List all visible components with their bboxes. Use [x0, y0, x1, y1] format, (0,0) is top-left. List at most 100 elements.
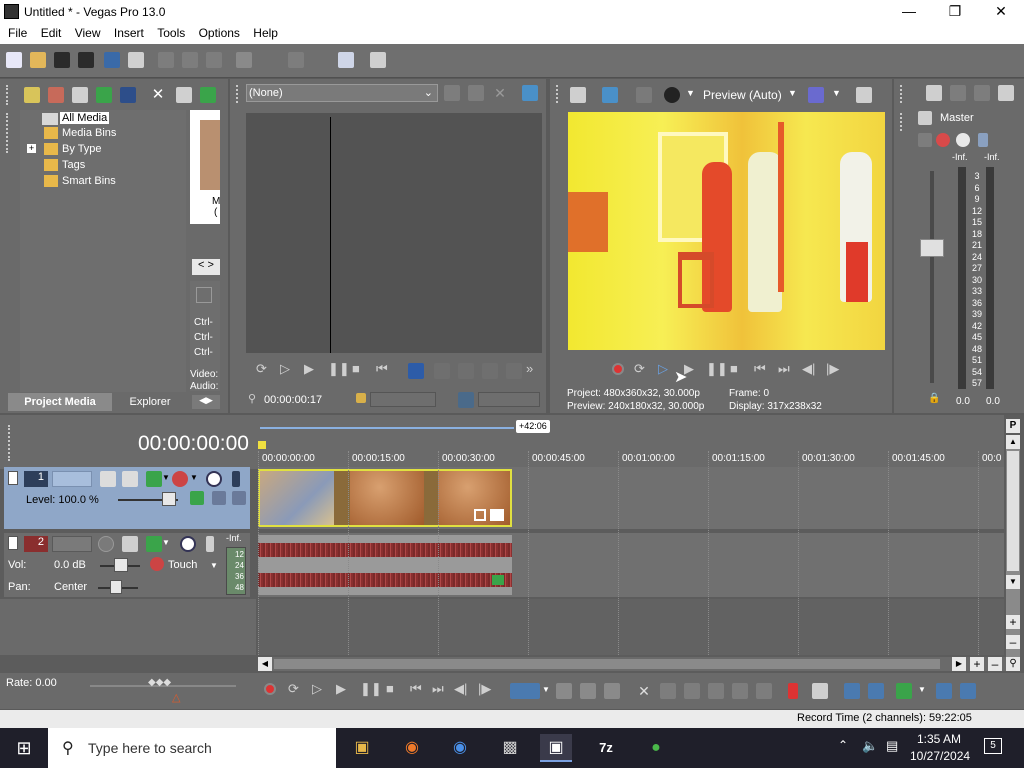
copy-icon[interactable]	[182, 52, 198, 68]
delete-icon[interactable]: ✕	[150, 87, 166, 103]
tab-explorer[interactable]: Explorer	[114, 393, 186, 411]
add-track-icon[interactable]	[482, 363, 498, 379]
chevron-down-icon[interactable]: ▼	[162, 473, 170, 482]
split-icon[interactable]	[732, 683, 748, 699]
clock-time[interactable]: 1:35 AM	[917, 732, 961, 746]
play-from-start-icon[interactable]: ▷	[312, 681, 322, 697]
pause-icon[interactable]: ❚❚	[360, 681, 382, 697]
undo-icon[interactable]	[236, 52, 252, 68]
lock-event-icon[interactable]	[756, 683, 772, 699]
next-frame-icon[interactable]: |▶	[478, 681, 491, 697]
event-fx-icon[interactable]	[490, 509, 504, 521]
play-icon[interactable]: ▶	[336, 681, 346, 697]
thumbnail-icon[interactable]	[458, 392, 474, 408]
pan-slider[interactable]	[110, 580, 122, 594]
zoom-in-vertical[interactable]: +	[1006, 615, 1020, 629]
tab-project-media[interactable]: Project Media	[8, 393, 112, 411]
app-icon[interactable]: ▩	[494, 734, 526, 762]
trim-end-icon[interactable]	[708, 683, 724, 699]
record-icon[interactable]	[612, 363, 624, 375]
tree-item-smart-bins[interactable]: Smart Bins	[62, 175, 116, 187]
chrome-icon[interactable]: ◉	[444, 734, 476, 762]
thumb-nav[interactable]: < >	[192, 259, 220, 275]
insert-region-icon[interactable]	[812, 683, 828, 699]
previous-frame-icon[interactable]: ◀|	[454, 681, 467, 697]
track-parent-icon[interactable]	[232, 491, 246, 505]
panel-grip[interactable]	[236, 85, 240, 103]
track-name-field[interactable]	[52, 536, 92, 552]
trimmer-tool-icon[interactable]	[444, 85, 460, 101]
go-to-start-icon[interactable]: ⏮	[410, 681, 422, 697]
trimmer-clear-icon[interactable]: ✕	[492, 85, 508, 101]
trimmer-pin-icon[interactable]	[468, 85, 484, 101]
media-thumbnail[interactable]	[200, 120, 220, 190]
downmix-icon[interactable]	[950, 85, 966, 101]
pause-icon[interactable]: ❚❚	[706, 361, 728, 377]
scroll-right-arrow[interactable]: ▶	[952, 657, 966, 671]
track-fx-icon[interactable]	[146, 536, 162, 552]
auto-ripple-icon[interactable]	[896, 683, 912, 699]
panel-grip[interactable]	[900, 85, 904, 103]
track-extras-icon[interactable]	[190, 491, 204, 505]
external-monitor-icon[interactable]	[602, 87, 618, 103]
insert-icon[interactable]	[434, 363, 450, 379]
insert-end-icon[interactable]	[458, 363, 474, 379]
compositing-mode-icon[interactable]	[146, 471, 162, 487]
loop-icon[interactable]: ⟳	[256, 361, 267, 377]
panel-grip[interactable]	[8, 425, 12, 461]
track-expand-icon[interactable]	[212, 491, 226, 505]
properties-icon[interactable]	[128, 52, 144, 68]
video-event[interactable]	[258, 469, 512, 527]
save-icon[interactable]	[54, 52, 70, 68]
menu-tools[interactable]: Tools	[157, 24, 185, 40]
expand-icon[interactable]: +	[27, 144, 36, 153]
show-hidden-icons[interactable]: ⌃	[838, 738, 848, 752]
maximize-button[interactable]: ❐	[932, 0, 978, 24]
go-to-start-icon[interactable]: ⏮	[376, 361, 388, 377]
event-fx-icon[interactable]	[492, 575, 504, 585]
trimmer-select[interactable]: (None) ⌄	[246, 84, 438, 102]
mixer-fx-icon[interactable]	[998, 85, 1014, 101]
search-media-icon[interactable]	[120, 87, 136, 103]
tab-scroll-arrows[interactable]: ◀▶	[192, 395, 220, 409]
chevron-down-icon[interactable]: ▼	[162, 538, 170, 547]
media-fx-icon[interactable]	[200, 87, 216, 103]
track-name-field[interactable]	[52, 471, 92, 487]
pause-icon[interactable]: ❚❚	[328, 361, 350, 377]
track-fx-icon[interactable]	[122, 471, 138, 487]
clock-date[interactable]: 10/27/2024	[910, 749, 970, 763]
invert-phase-icon[interactable]	[122, 536, 138, 552]
dim-icon[interactable]	[974, 85, 990, 101]
zoom-tool-icon[interactable]	[604, 683, 620, 699]
vegas-taskbar-icon[interactable]: ▣	[540, 734, 572, 762]
firefox-icon[interactable]: ◉	[396, 734, 428, 762]
mute-icon[interactable]	[956, 133, 970, 147]
vertical-scrollbar[interactable]: ▲ ▼ + –	[1006, 435, 1020, 665]
overlays-icon[interactable]	[808, 87, 824, 103]
play-from-start-icon[interactable]: ▷	[280, 361, 290, 377]
arm-record-icon[interactable]	[98, 536, 114, 552]
lock-envelopes-icon[interactable]	[936, 683, 952, 699]
go-to-end-icon[interactable]: ⏭	[432, 681, 444, 697]
tree-item-tags[interactable]: Tags	[62, 159, 85, 171]
start-button[interactable]: ⊞	[0, 728, 48, 768]
render-icon[interactable]	[104, 52, 120, 68]
stop-icon[interactable]: ■	[730, 361, 738, 376]
play-from-start-icon[interactable]: ▷	[658, 361, 668, 377]
minimize-button[interactable]: —	[886, 0, 932, 24]
tree-item-all-media[interactable]: All Media	[60, 112, 110, 124]
menu-options[interactable]: Options	[199, 24, 240, 40]
solo-track-icon[interactable]	[206, 536, 214, 552]
help-pointer-icon[interactable]	[370, 52, 386, 68]
previous-frame-icon[interactable]: ◀|	[802, 361, 815, 377]
automation-mode-icon[interactable]	[150, 557, 164, 571]
level-slider[interactable]	[162, 492, 176, 506]
selection-tool-icon[interactable]	[580, 683, 596, 699]
ruler-p-button[interactable]: P	[1006, 419, 1020, 433]
scroll-up-arrow[interactable]: ▲	[1006, 435, 1020, 449]
volume-icon[interactable]: 🔈	[862, 738, 878, 754]
panel-grip[interactable]	[556, 85, 560, 103]
split-screen-icon[interactable]	[636, 87, 652, 103]
refresh-icon[interactable]	[96, 87, 112, 103]
menu-file[interactable]: File	[8, 24, 27, 40]
